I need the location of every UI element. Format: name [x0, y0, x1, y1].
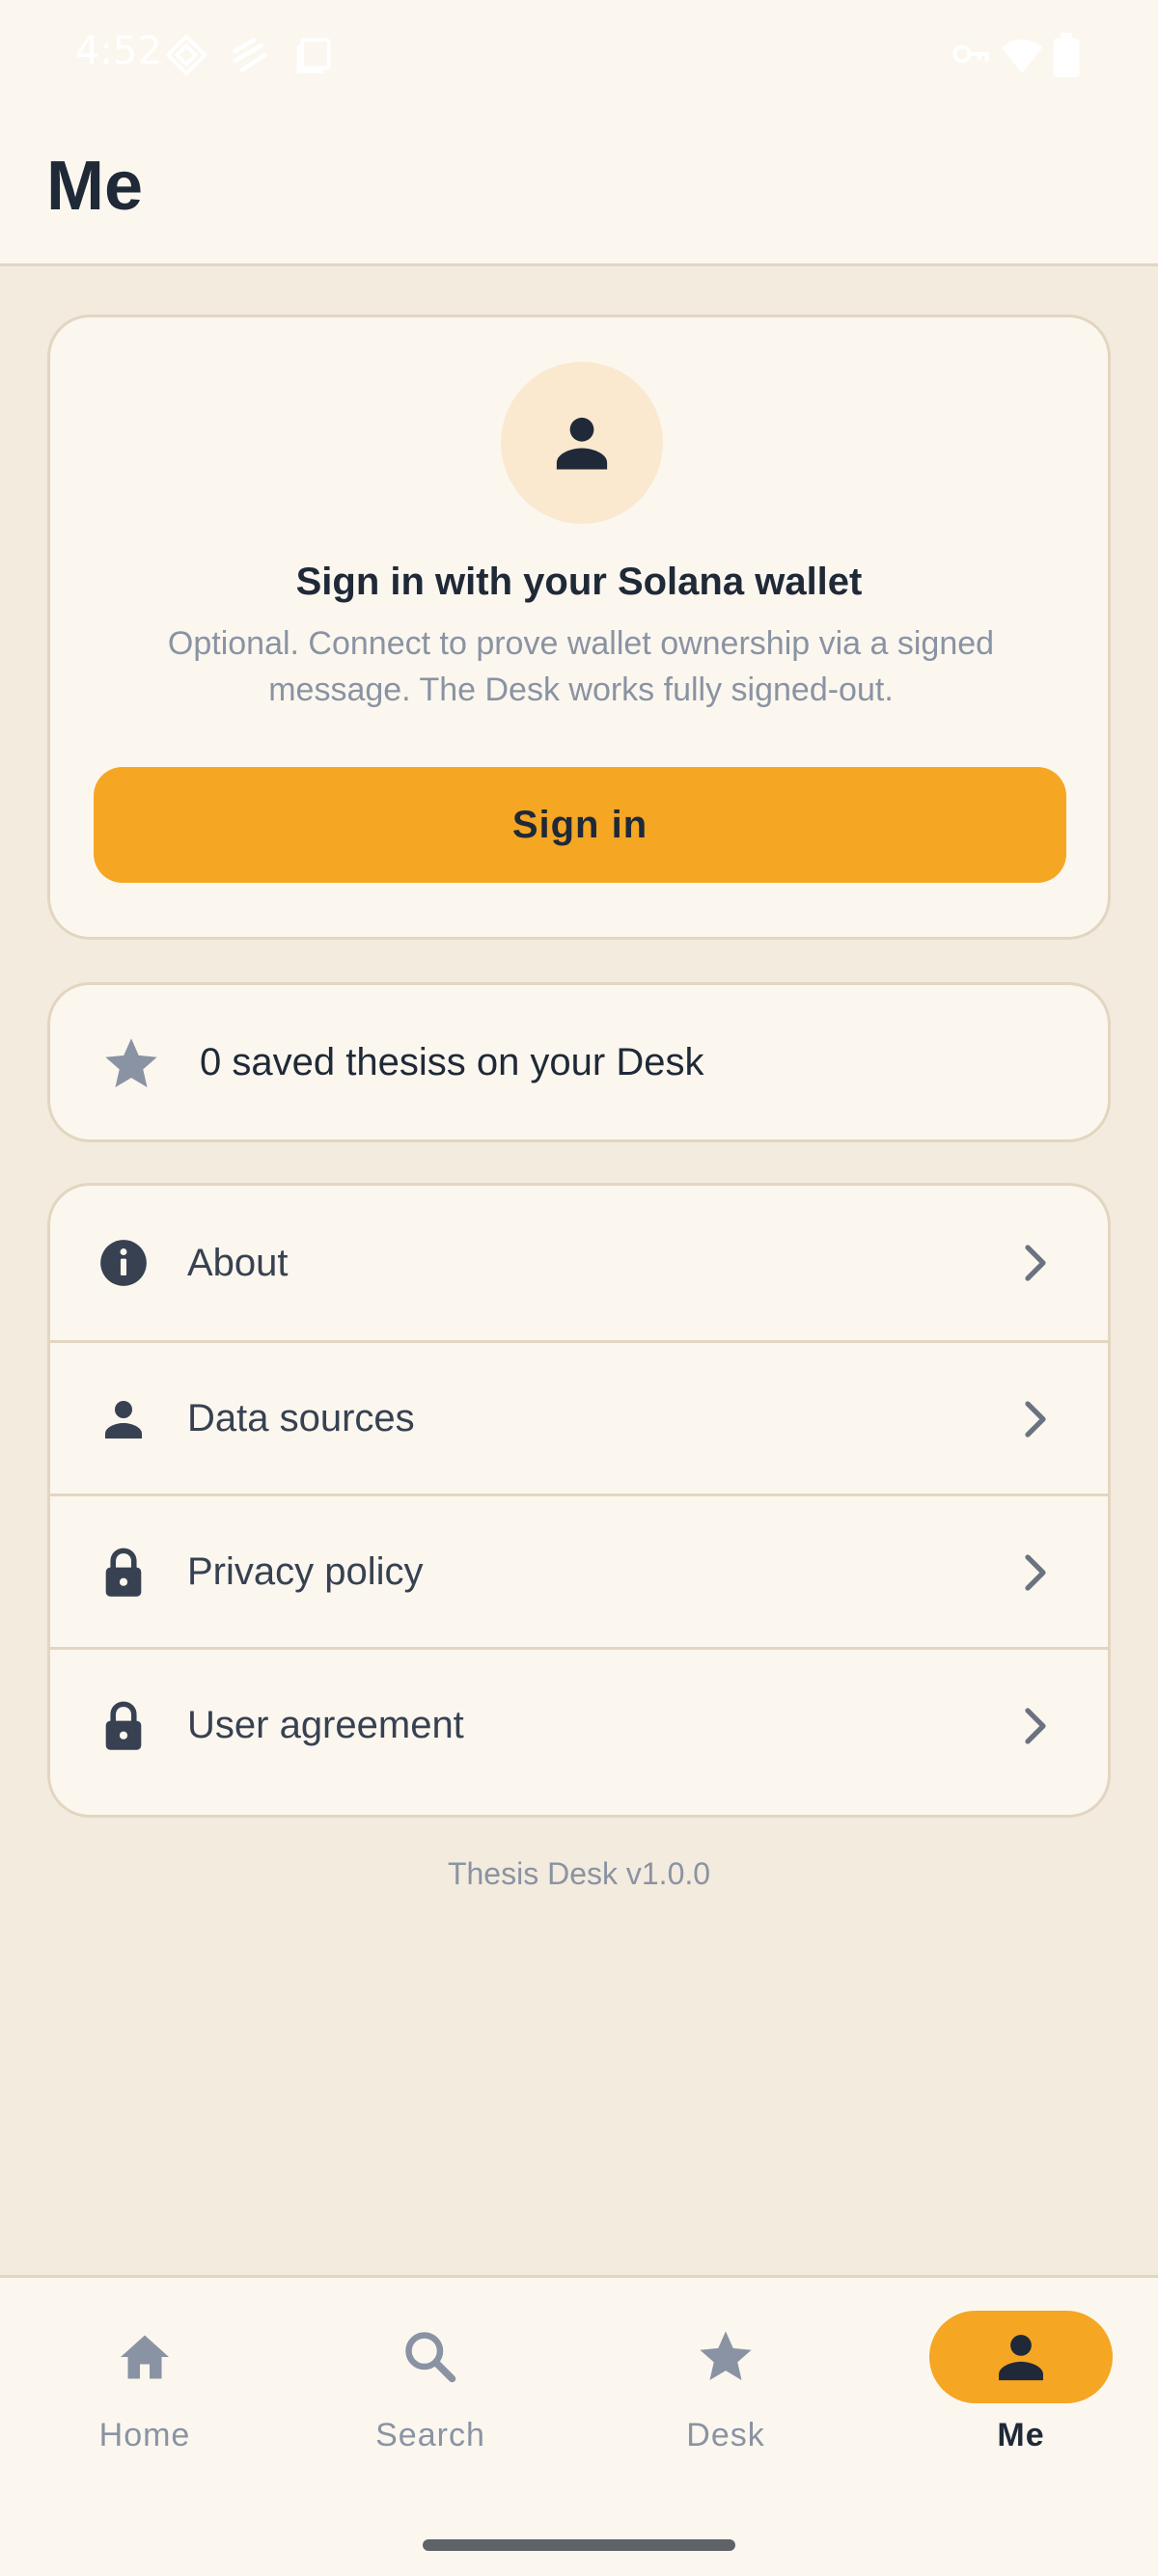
nav-home[interactable]: Home [0, 2278, 290, 2500]
lock-icon [96, 1546, 151, 1600]
nav-desk[interactable]: Desk [581, 2278, 870, 2500]
lock-icon [96, 1699, 151, 1753]
settings-menu: About Data sources Privacy policy User a… [47, 1183, 1111, 1818]
chevron-right-icon [1025, 1245, 1046, 1281]
key-status-icon [952, 44, 989, 64]
nav-search-icon-wrap [339, 2311, 522, 2403]
me-screen: 4:52 Me Sign in with your Solana wallet … [0, 0, 1158, 2576]
menu-label-data-sources: Data sources [187, 1397, 415, 1439]
info-icon [96, 1236, 151, 1290]
menu-item-data-sources[interactable]: Data sources [50, 1340, 1108, 1494]
status-bar: 4:52 [0, 0, 1158, 106]
chevron-right-icon [1025, 1707, 1046, 1744]
person-icon [96, 1392, 151, 1446]
screen-status-icon [296, 38, 331, 74]
battery-status-icon [1053, 33, 1080, 77]
avatar [501, 362, 663, 524]
signin-title: Sign in with your Solana wallet [295, 561, 863, 603]
saved-theses-card[interactable]: 0 saved thesiss on your Desk [47, 982, 1111, 1142]
menu-item-privacy-policy[interactable]: Privacy policy [50, 1494, 1108, 1648]
menu-item-about[interactable]: About [50, 1186, 1108, 1340]
sign-in-button[interactable]: Sign in [94, 767, 1066, 883]
signin-card: Sign in with your Solana wallet Optional… [47, 315, 1111, 940]
bolt-status-icon [233, 38, 267, 72]
nav-label-home: Home [98, 2417, 191, 2453]
nav-me-icon-wrap [929, 2311, 1113, 2403]
bottom-nav: Home Search Desk Me [0, 2275, 1158, 2576]
status-time: 4:52 [75, 29, 162, 73]
nav-label-search: Search [375, 2417, 485, 2453]
chevron-right-icon [1025, 1553, 1046, 1591]
nav-label-me: Me [997, 2417, 1045, 2453]
menu-item-user-agreement[interactable]: User agreement [50, 1647, 1108, 1801]
app-version: Thesis Desk v1.0.0 [447, 1856, 711, 1891]
star-icon [700, 2331, 752, 2380]
star-icon [105, 1038, 157, 1087]
home-indicator[interactable] [423, 2539, 735, 2551]
signin-description: Optional. Connect to prove wallet owners… [167, 625, 995, 708]
nav-label-desk: Desk [686, 2417, 765, 2453]
diamond-status-icon [165, 34, 207, 76]
nav-me[interactable]: Me [876, 2278, 1158, 2500]
menu-label-privacy-policy: Privacy policy [187, 1550, 424, 1593]
page-title: Me [46, 148, 144, 225]
app-header: 4:52 Me [0, 0, 1158, 266]
nav-search[interactable]: Search [286, 2278, 575, 2500]
home-icon [121, 2335, 169, 2379]
wifi-status-icon [1001, 39, 1043, 74]
search-icon [405, 2332, 456, 2383]
nav-desk-icon-wrap [634, 2311, 817, 2403]
menu-label-about: About [187, 1241, 289, 1284]
nav-home-icon-wrap [53, 2311, 236, 2403]
menu-label-user-agreement: User agreement [187, 1704, 464, 1746]
person-icon [556, 417, 608, 470]
saved-theses-text: 0 saved thesiss on your Desk [200, 1041, 704, 1083]
chevron-right-icon [1025, 1400, 1046, 1438]
person-icon [999, 2335, 1043, 2381]
